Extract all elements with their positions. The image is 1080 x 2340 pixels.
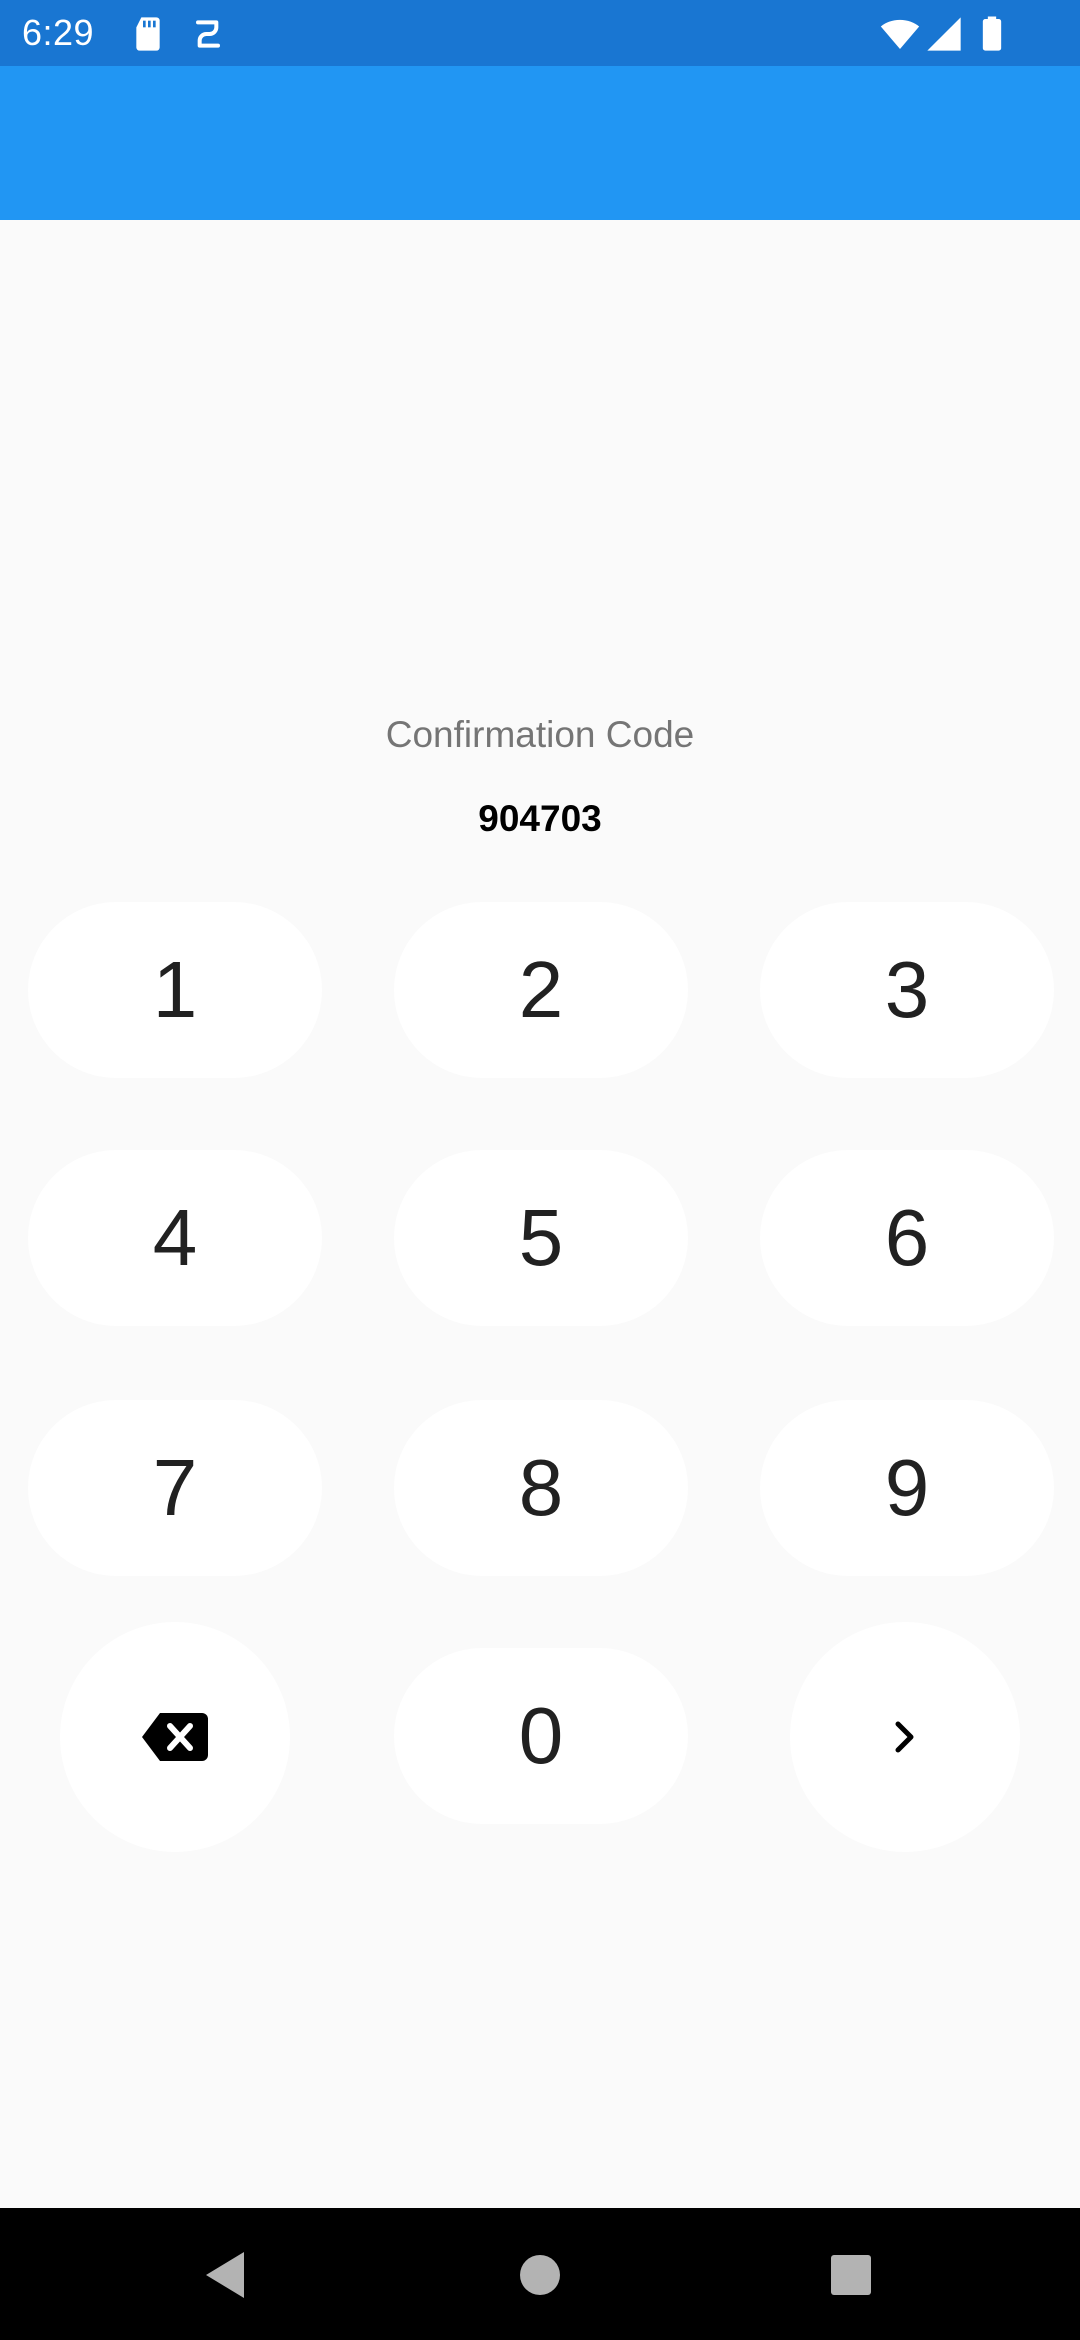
backspace-icon <box>142 1713 208 1761</box>
key-3[interactable]: 3 <box>760 902 1054 1078</box>
nav-back-button[interactable] <box>190 2240 260 2310</box>
backspace-button[interactable] <box>60 1622 290 1852</box>
status-bar: 6:29 <box>0 0 1080 66</box>
key-8[interactable]: 8 <box>394 1400 688 1576</box>
confirmation-code-label: Confirmation Code <box>385 714 695 755</box>
battery-icon <box>982 16 1002 51</box>
status-time: 6:29 <box>22 12 95 53</box>
nav-recents-button[interactable] <box>816 2240 886 2310</box>
sd-card-icon <box>136 17 160 51</box>
home-circle-icon <box>520 2255 560 2295</box>
back-triangle-icon <box>206 2252 244 2298</box>
nav-home-button[interactable] <box>505 2240 575 2310</box>
next-button[interactable] <box>790 1622 1020 1852</box>
key-0[interactable]: 0 <box>394 1648 688 1824</box>
key-6[interactable]: 6 <box>760 1150 1054 1326</box>
app-bar <box>0 66 1080 220</box>
signal-icon <box>927 17 961 51</box>
key-5[interactable]: 5 <box>394 1150 688 1326</box>
recents-square-icon <box>831 2255 871 2295</box>
chevron-right-icon <box>895 1721 914 1753</box>
key-9[interactable]: 9 <box>760 1400 1054 1576</box>
confirmation-code-value: 904703 <box>478 798 602 839</box>
key-7[interactable]: 7 <box>28 1400 322 1576</box>
sync-icon <box>196 20 220 48</box>
key-4[interactable]: 4 <box>28 1150 322 1326</box>
key-1[interactable]: 1 <box>28 902 322 1078</box>
key-2[interactable]: 2 <box>394 902 688 1078</box>
wifi-icon <box>880 19 920 49</box>
